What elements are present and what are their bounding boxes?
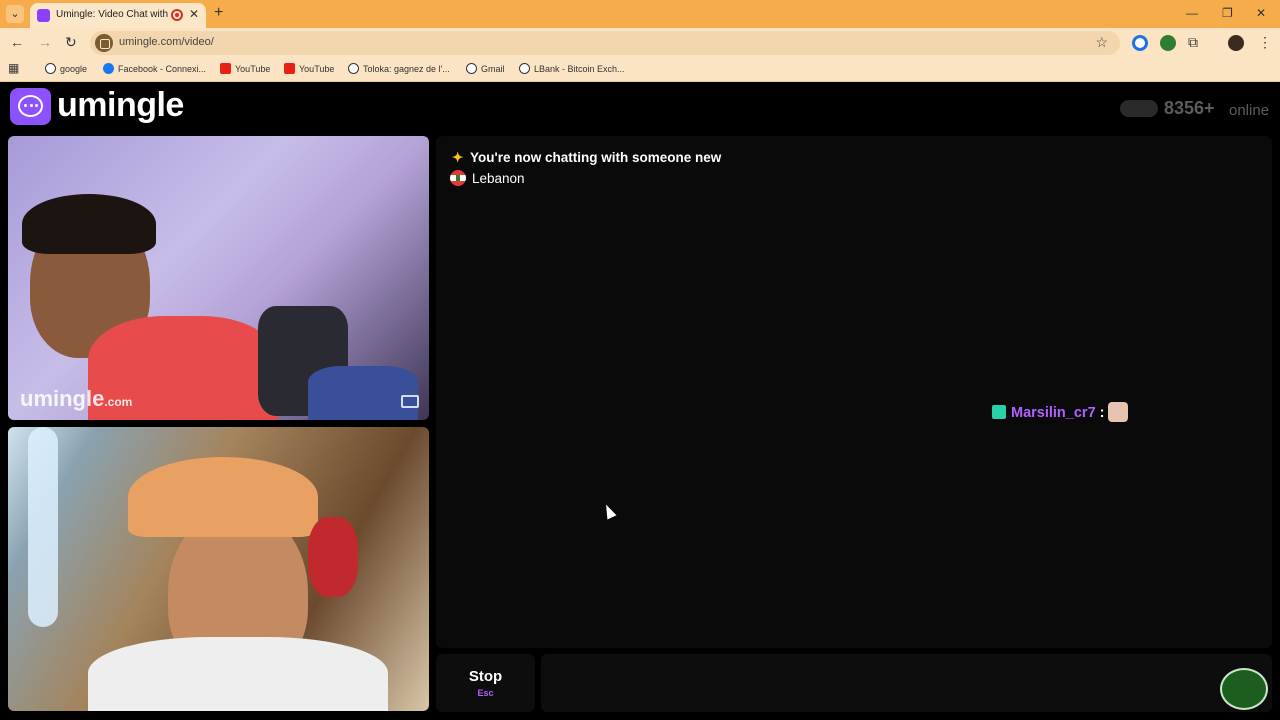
tab-close-icon[interactable]: ✕ <box>189 7 199 21</box>
face-emoji-icon <box>1108 402 1129 422</box>
stop-button[interactable]: Stop Esc <box>436 654 535 712</box>
window-close-icon[interactable]: ✕ <box>1256 6 1266 20</box>
bookmark-label: YouTube <box>235 64 271 74</box>
light-glow <box>28 427 58 627</box>
globe-icon <box>519 63 530 74</box>
lebanon-flag-icon <box>450 170 466 186</box>
minimize-icon[interactable]: — <box>1186 6 1198 20</box>
bookmark-star-icon[interactable]: ☆ <box>1095 34 1108 51</box>
chat-dots-icon <box>24 104 38 108</box>
report-flag-icon[interactable] <box>401 395 419 408</box>
bookmark-label: LBank - Bitcoin Exch... <box>534 64 625 74</box>
bookmark-label: YouTube <box>299 64 335 74</box>
globe-icon <box>466 63 477 74</box>
bookmark-label: Toloka: gagnez de l'... <box>363 64 450 74</box>
user-badge-icon <box>992 405 1006 419</box>
extension-icon[interactable] <box>1160 35 1176 51</box>
watermark-main: umingle <box>20 386 105 411</box>
video-watermark: umingle.com <box>20 386 132 412</box>
message-separator: : <box>1099 405 1105 421</box>
online-count: 8356+ <box>1164 98 1215 118</box>
logo-text[interactable]: umingle <box>57 86 184 125</box>
stop-label: Stop <box>468 668 503 685</box>
browser-tab-bar: ⌄ Umingle: Video Chat with S ✕ + — ❐ ✕ <box>0 0 1280 28</box>
extensions-puzzle-icon[interactable]: ⧉ <box>1188 34 1198 51</box>
channel-watermark-logo <box>1220 668 1268 710</box>
recording-icon <box>171 9 183 21</box>
bookmark-label: Facebook - Connexi... <box>118 64 207 74</box>
bookmarks-bar: ▦ google Facebook - Connexi... YouTube Y… <box>0 58 1280 82</box>
bookmark-item[interactable]: Toloka: gagnez de l'... <box>348 63 450 74</box>
bookmark-item[interactable]: YouTube <box>284 63 334 74</box>
browser-toolbar: ← → ↻ umingle.com/video/ ☆ ⧉ ⋮ <box>0 28 1280 58</box>
umingle-page: umingle 8356+ online umingle.com ✦ You're… <box>0 82 1280 720</box>
forward-icon[interactable]: → <box>38 34 52 50</box>
stranger-video: umingle.com <box>8 136 429 420</box>
bookmark-label: Gmail <box>481 64 505 74</box>
address-bar[interactable]: umingle.com/video/ ☆ <box>90 31 1120 55</box>
bookmark-item[interactable]: YouTube <box>220 63 270 74</box>
youtube-icon <box>220 63 231 74</box>
background-object <box>308 366 418 420</box>
chat-panel: ✦ You're now chatting with someone new Le… <box>436 136 1272 648</box>
self-video <box>8 427 429 711</box>
url-text: umingle.com/video/ <box>119 36 214 48</box>
chat-message-input[interactable] <box>541 654 1272 712</box>
globe-icon <box>45 63 56 74</box>
sparkles-icon: ✦ <box>452 150 464 165</box>
stranger-hair <box>22 194 156 254</box>
bookmark-item[interactable]: LBank - Bitcoin Exch... <box>519 63 625 74</box>
country-indicator: Lebanon <box>450 170 525 186</box>
back-icon[interactable]: ← <box>10 34 24 50</box>
system-message-text: You're now chatting with someone new <box>470 150 722 165</box>
menu-kebab-icon[interactable]: ⋮ <box>1258 34 1272 51</box>
system-message: ✦ You're now chatting with someone new <box>452 150 721 166</box>
tab-search-icon[interactable]: ⌄ <box>6 5 24 23</box>
country-name: Lebanon <box>472 171 525 186</box>
new-tab-icon[interactable]: + <box>214 4 223 22</box>
self-hoodie <box>88 637 388 711</box>
watermark-suffix: .com <box>104 395 133 409</box>
stop-shortcut: Esc <box>477 688 494 698</box>
headphones <box>308 517 358 597</box>
reload-icon[interactable]: ↻ <box>65 34 77 51</box>
globe-icon <box>348 63 359 74</box>
bookmark-label: google <box>60 64 88 74</box>
tab-title: Umingle: Video Chat with S <box>56 9 168 20</box>
profile-avatar[interactable] <box>1228 35 1244 51</box>
browser-tab[interactable]: Umingle: Video Chat with S ✕ <box>30 3 206 28</box>
restore-icon[interactable]: ❐ <box>1222 6 1233 20</box>
umingle-logo-icon[interactable] <box>10 88 51 125</box>
bookmark-item[interactable]: Facebook - Connexi... <box>103 63 206 74</box>
online-label: online <box>1229 102 1270 119</box>
facebook-icon <box>103 63 114 74</box>
apps-grid-icon[interactable]: ▦ <box>8 61 19 75</box>
chat-message: Marsilin_cr7: <box>992 402 1129 422</box>
message-username[interactable]: Marsilin_cr7 <box>1011 405 1096 421</box>
umingle-favicon-icon <box>37 9 50 22</box>
online-toggle[interactable] <box>1120 100 1158 117</box>
extension-icon[interactable] <box>1132 35 1148 51</box>
self-cap <box>128 457 318 537</box>
youtube-icon <box>284 63 295 74</box>
site-info-icon[interactable] <box>95 34 113 52</box>
bookmark-item[interactable]: Gmail <box>466 63 505 74</box>
bookmark-item[interactable]: google <box>45 63 87 74</box>
